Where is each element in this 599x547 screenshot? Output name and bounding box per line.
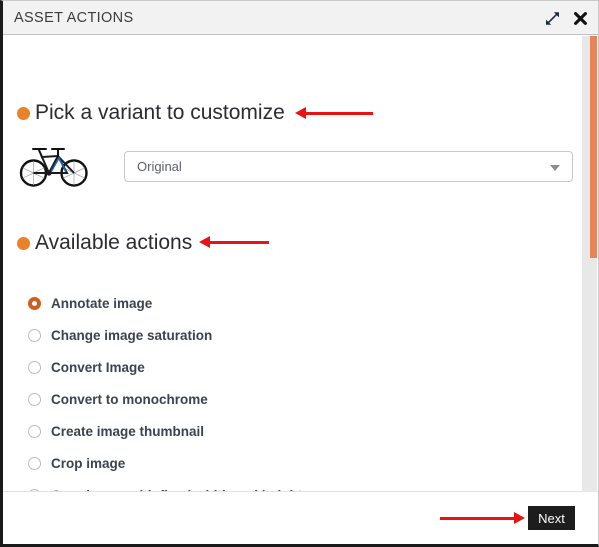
dialog-footer: Next — [3, 492, 598, 544]
annotation-arrow-available-actions — [199, 236, 269, 248]
variant-select[interactable]: Original — [124, 150, 573, 182]
radio-indicator — [28, 360, 41, 374]
section-bullet-icon — [17, 236, 30, 250]
vertical-scrollbar-thumb[interactable] — [590, 36, 597, 258]
close-x-icon[interactable] — [573, 11, 588, 26]
radio-option-convert-image[interactable]: Convert Image — [28, 351, 548, 383]
radio-indicator — [28, 456, 41, 470]
radio-option-label: Create image thumbnail — [51, 423, 205, 439]
radio-option-change-image-saturation[interactable]: Change image saturation — [28, 319, 548, 351]
variant-selector-row: Original — [18, 140, 573, 192]
radio-option-crop-image-fixed-width-height[interactable]: Crop image with fixed width and height — [28, 479, 548, 491]
radio-option-convert-to-monochrome[interactable]: Convert to monochrome — [28, 383, 548, 415]
bicycle-thumbnail — [18, 140, 90, 192]
available-actions-heading: Available actions — [17, 231, 192, 255]
dialog-body-scroll-area[interactable]: Pick a variant to customize Original Ava… — [3, 35, 598, 492]
radio-option-label: Convert to monochrome — [51, 391, 208, 407]
radio-option-crop-image[interactable]: Crop image — [28, 447, 548, 479]
titlebar-actions — [545, 1, 588, 35]
radio-indicator — [28, 424, 41, 438]
variant-select-value: Original — [137, 158, 182, 174]
annotation-arrow-pick-variant — [295, 107, 373, 119]
section-bullet-icon — [17, 106, 30, 120]
radio-option-annotate-image[interactable]: Annotate image — [28, 287, 548, 319]
dialog-titlebar: ASSET ACTIONS — [3, 1, 598, 35]
dialog-title: ASSET ACTIONS — [14, 9, 134, 26]
radio-indicator — [28, 296, 41, 310]
radio-option-label: Change image saturation — [51, 327, 213, 343]
asset-actions-dialog: ASSET ACTIONS Pick a variant to customiz… — [0, 0, 599, 547]
radio-option-create-image-thumbnail[interactable]: Create image thumbnail — [28, 415, 548, 447]
radio-option-label: Crop image — [51, 455, 126, 471]
pick-variant-heading: Pick a variant to customize — [17, 101, 285, 125]
available-actions-heading-text: Available actions — [35, 231, 193, 254]
radio-indicator — [28, 328, 41, 342]
radio-indicator — [28, 392, 41, 406]
available-actions-radio-group: Annotate image Change image saturation C… — [28, 287, 548, 491]
next-button[interactable]: Next — [528, 506, 575, 530]
radio-option-label: Annotate image — [51, 295, 153, 311]
pick-variant-heading-text: Pick a variant to customize — [35, 101, 285, 124]
annotation-arrow-next — [440, 512, 525, 524]
vertical-scrollbar-track[interactable] — [582, 36, 597, 492]
chevron-down-icon — [550, 164, 560, 171]
expand-diagonal-icon[interactable] — [545, 11, 560, 26]
radio-option-label: Convert Image — [51, 359, 145, 375]
